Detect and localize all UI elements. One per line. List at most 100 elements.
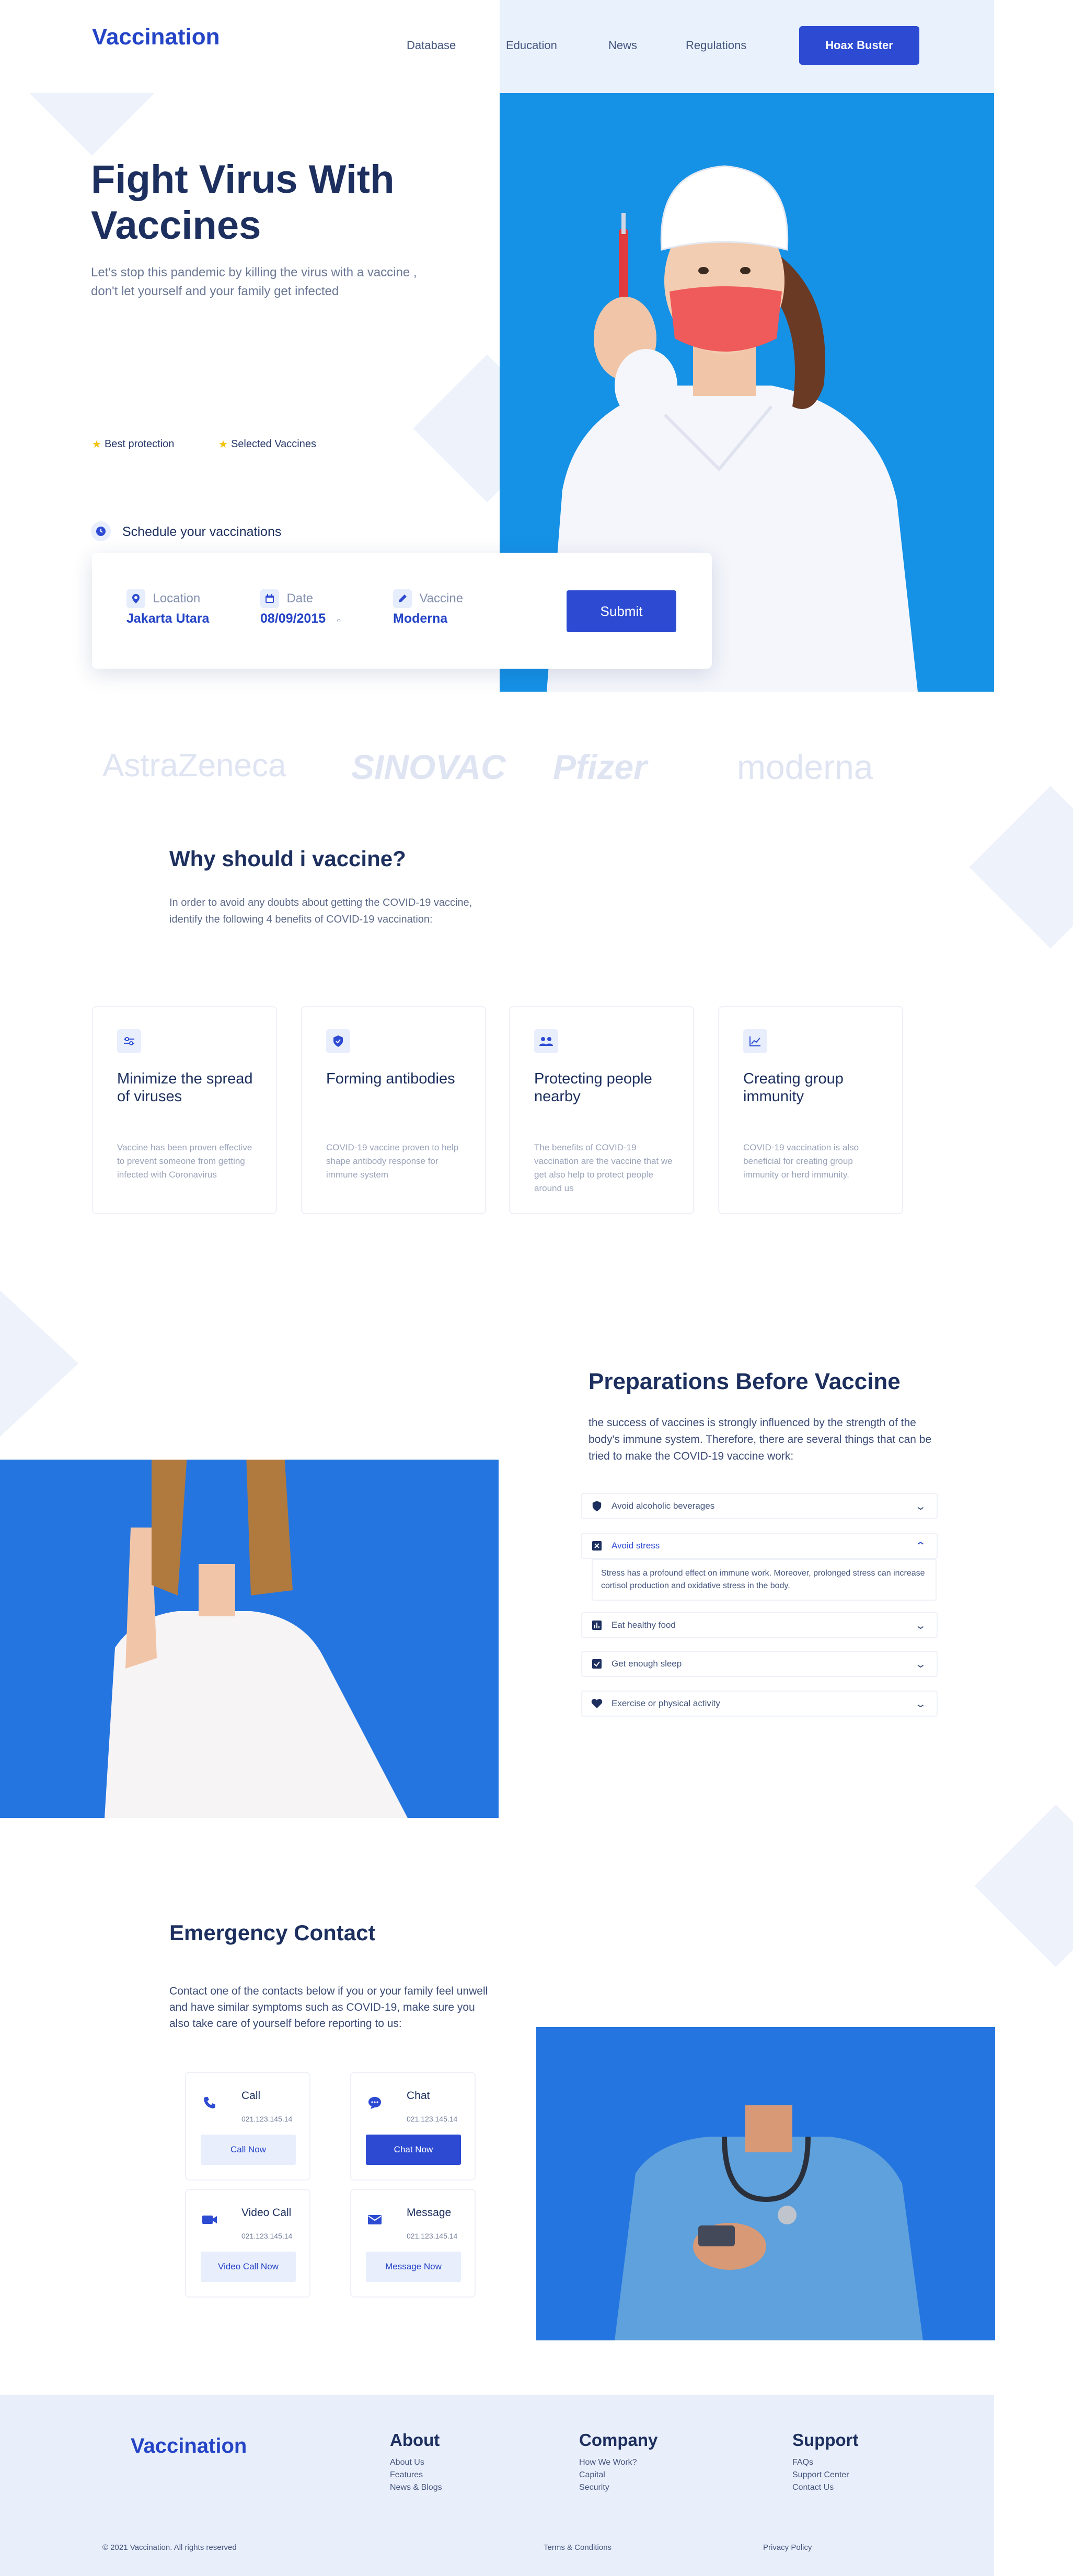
accordion-label: Avoid stress [612,1541,660,1551]
chevron-down-icon: ⌄ [914,1500,927,1512]
brand-pfizer: Pfizer [553,748,647,786]
feature-best-protection: ★ Best protection [92,438,174,451]
contact-number: 021.123.145.14 [241,2232,293,2240]
male-doctor-image [536,2027,995,2340]
footer-about-title: About [390,2430,440,2450]
calendar-icon [260,589,279,608]
phone-icon [201,2094,218,2112]
benefit-card: Protecting people nearby The benefits of… [509,1006,694,1214]
submit-button[interactable]: Submit [567,590,676,632]
footer-support-links: FAQs Support Center Contact Us [792,2456,849,2494]
star-icon: ★ [218,439,228,450]
accordion-item[interactable]: Exercise or physical activity ⌄ [581,1691,938,1717]
terms-link[interactable]: Terms & Conditions [544,2543,612,2552]
sliders-icon [117,1029,141,1053]
footer-company-links: How We Work? Capital Security [579,2456,637,2494]
vaccine-value: Moderna [393,611,448,626]
decor-diamond [969,786,1073,949]
preparations-title: Preparations Before Vaccine [589,1369,901,1394]
contact-card-call: Call 021.123.145.14 Call Now [185,2072,310,2181]
woman-illustration [105,1460,408,1818]
date-field[interactable]: Date 08/09/2015 ○ [260,589,341,626]
contact-title: Call [241,2090,261,2102]
call-now-button[interactable]: Call Now [201,2135,296,2165]
pencil-icon [393,589,412,608]
contact-number: 021.123.145.14 [241,2115,293,2123]
hero-subtitle: Let's stop this pandemic by killing the … [91,265,417,298]
footer-support-title: Support [792,2430,859,2450]
contact-card-chat: Chat 021.123.145.14 Chat Now [350,2072,476,2181]
contact-title: Video Call [241,2207,292,2219]
footer-link[interactable]: Contact Us [792,2481,849,2494]
footer-link[interactable]: About Us [390,2456,442,2469]
chat-now-button[interactable]: Chat Now [366,2135,461,2165]
contact-number: 021.123.145.14 [407,2232,458,2240]
footer-link[interactable]: Security [579,2481,637,2494]
nav-education[interactable]: Education [506,39,557,52]
nav-news[interactable]: News [608,39,637,52]
emergency-text: Contact one of the contacts below if you… [169,1985,488,2030]
vaccine-label: Vaccine [419,591,464,605]
decor-triangle [29,93,155,156]
copyright: © 2021 Vaccination. All rights reserved [102,2543,237,2552]
date-label: Date [286,591,314,605]
schedule-label: Schedule your vaccinations [122,524,282,539]
nav-database[interactable]: Database [407,39,456,52]
feature-label: Best protection [104,438,175,450]
contact-number: 021.123.145.14 [407,2115,458,2123]
location-label: Location [153,591,201,605]
feature-label: Selected Vaccines [230,438,316,450]
clock-icon [91,521,111,541]
card-title: Forming antibodies [326,1070,455,1087]
location-field[interactable]: Location Jakarta Utara [126,589,209,626]
close-box-icon [590,1538,604,1553]
logo[interactable]: Vaccination [92,24,220,50]
location-value: Jakarta Utara [126,611,210,626]
card-text: COVID-19 vaccination is also beneficial … [743,1143,859,1180]
chevron-up-icon: ⌃ [914,1540,927,1552]
nav-regulations[interactable]: Regulations [686,39,746,52]
location-pin-icon [126,589,145,608]
benefit-card: Forming antibodies COVID-19 vaccine prov… [301,1006,486,1214]
footer-logo[interactable]: Vaccination [131,2434,247,2458]
emergency-title: Emergency Contact [169,1920,376,1945]
accordion-item[interactable]: Avoid alcoholic beverages ⌄ [581,1493,938,1519]
footer-link[interactable]: News & Blogs [390,2481,442,2494]
card-title: Creating group immunity [743,1070,844,1105]
message-now-button[interactable]: Message Now [366,2252,461,2282]
shield-icon [590,1499,604,1513]
bar-chart-icon [590,1618,604,1633]
accordion-item-active[interactable]: Avoid stress ⌃ [581,1533,938,1559]
accordion-label: Get enough sleep [612,1659,682,1669]
accordion-item[interactable]: Get enough sleep ⌄ [581,1651,938,1677]
brand-moderna: moderna [737,748,873,786]
accordion-label: Avoid alcoholic beverages [612,1501,715,1511]
accordion-content: Stress has a profound effect on immune w… [592,1559,937,1601]
header-accent-bg [500,0,994,93]
card-title: Minimize the spread of viruses [117,1070,253,1105]
doctor-illustration [615,2105,923,2340]
footer-link[interactable]: Capital [579,2469,637,2481]
privacy-link[interactable]: Privacy Policy [763,2543,812,2552]
video-icon [201,2211,218,2229]
footer-link[interactable]: FAQs [792,2456,849,2469]
date-dropdown-indicator[interactable]: ○ [337,616,341,624]
brand-sinovac: SINOVAC [351,748,506,786]
why-text: In order to avoid any doubts about getti… [169,897,472,925]
hoax-buster-button[interactable]: Hoax Buster [799,26,919,65]
benefit-card: Minimize the spread of viruses Vaccine h… [92,1006,277,1214]
footer-link[interactable]: Features [390,2469,442,2481]
accordion-label: Eat healthy food [612,1620,676,1630]
chevron-down-icon: ⌄ [914,1658,927,1670]
vaccine-field[interactable]: Vaccine Moderna [393,589,463,626]
card-text: COVID-19 vaccine proven to help shape an… [326,1143,459,1180]
mail-icon [366,2211,384,2229]
chevron-down-icon: ⌄ [914,1619,927,1631]
accordion-item[interactable]: Eat healthy food ⌄ [581,1612,938,1638]
date-value: 08/09/2015 ○ [260,611,341,626]
footer-link[interactable]: Support Center [792,2469,849,2481]
shield-icon [326,1029,350,1053]
people-icon [534,1029,558,1053]
footer-link[interactable]: How We Work? [579,2456,637,2469]
video-call-now-button[interactable]: Video Call Now [201,2252,296,2282]
